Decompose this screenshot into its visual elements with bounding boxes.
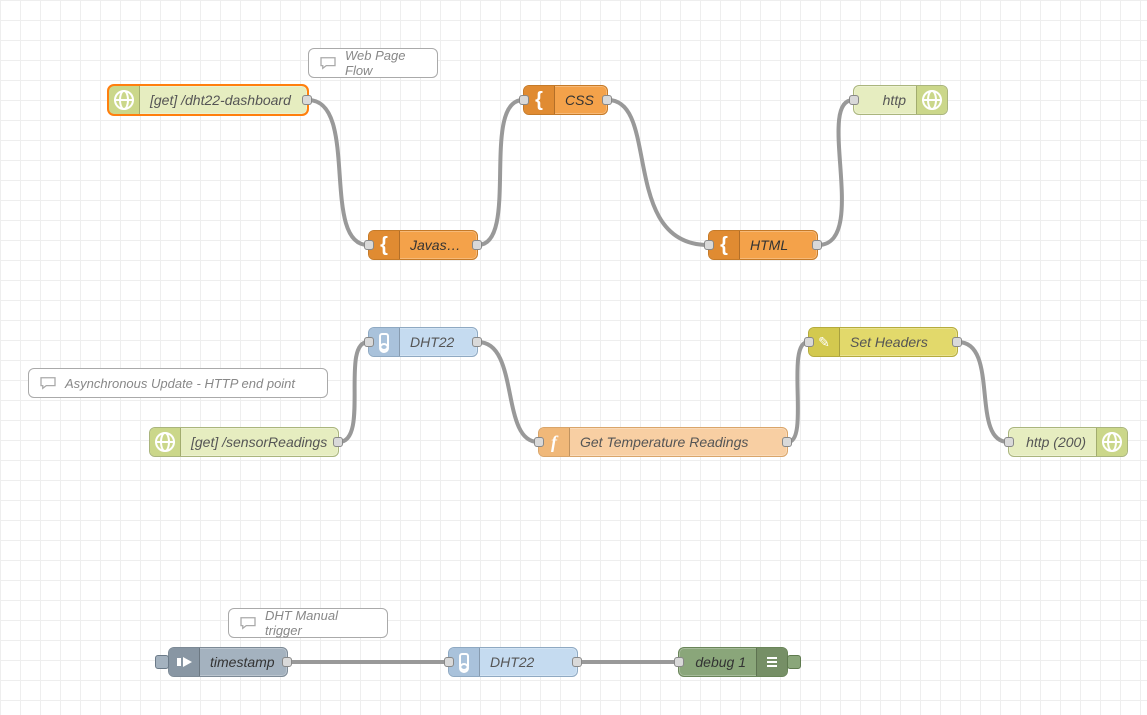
input-port[interactable] xyxy=(849,95,859,105)
globe-icon xyxy=(916,86,947,114)
input-port[interactable] xyxy=(1004,437,1014,447)
comment-text: DHT Manual trigger xyxy=(265,608,377,638)
node-label: HTML xyxy=(740,237,817,253)
node-label: [get] /sensorReadings xyxy=(181,434,338,450)
node-label: http (200) xyxy=(1009,434,1096,450)
globe-icon xyxy=(1096,428,1127,456)
node-label: debug 1 xyxy=(679,654,756,670)
node-function-get-temp[interactable]: f Get Temperature Readings xyxy=(538,427,788,457)
input-port[interactable] xyxy=(804,337,814,347)
output-port[interactable] xyxy=(302,95,312,105)
node-dht22-a[interactable]: DHT22 xyxy=(368,327,478,357)
node-label: CSS xyxy=(555,92,607,108)
output-port[interactable] xyxy=(812,240,822,250)
debug-toggle-button[interactable] xyxy=(787,655,801,669)
node-label: DHT22 xyxy=(480,654,577,670)
comment-text: Asynchronous Update - HTTP end point xyxy=(65,376,295,391)
node-template-css[interactable]: { CSS xyxy=(523,85,608,115)
node-inject-timestamp[interactable]: timestamp xyxy=(168,647,288,677)
node-label: [get] /dht22-dashboard xyxy=(140,92,307,108)
comment-dht-manual[interactable]: DHT Manual trigger xyxy=(228,608,388,638)
output-port[interactable] xyxy=(472,240,482,250)
node-label: Set Headers xyxy=(840,334,957,350)
node-label: Javascript xyxy=(400,237,477,253)
inject-button[interactable] xyxy=(155,655,169,669)
comment-icon xyxy=(239,616,257,630)
globe-icon xyxy=(150,428,181,456)
input-port[interactable] xyxy=(704,240,714,250)
node-label: timestamp xyxy=(200,654,287,670)
input-port[interactable] xyxy=(364,240,374,250)
node-label: http xyxy=(854,92,916,108)
node-template-javascript[interactable]: { Javascript xyxy=(368,230,478,260)
input-port[interactable] xyxy=(534,437,544,447)
node-http-in-dashboard[interactable]: [get] /dht22-dashboard xyxy=(108,85,308,115)
node-http-response-2[interactable]: http (200) xyxy=(1008,427,1128,457)
node-template-html[interactable]: { HTML xyxy=(708,230,818,260)
node-debug[interactable]: debug 1 xyxy=(678,647,788,677)
output-port[interactable] xyxy=(333,437,343,447)
comment-web-page-flow[interactable]: Web Page Flow xyxy=(308,48,438,78)
input-port[interactable] xyxy=(519,95,529,105)
output-port[interactable] xyxy=(602,95,612,105)
inject-arrow-icon xyxy=(169,648,200,676)
comment-async-update[interactable]: Asynchronous Update - HTTP end point xyxy=(28,368,328,398)
node-http-response-1[interactable]: http xyxy=(853,85,948,115)
input-port[interactable] xyxy=(674,657,684,667)
globe-icon xyxy=(109,86,140,114)
input-port[interactable] xyxy=(364,337,374,347)
debug-bars-icon xyxy=(756,648,787,676)
output-port[interactable] xyxy=(572,657,582,667)
output-port[interactable] xyxy=(282,657,292,667)
node-label: Get Temperature Readings xyxy=(570,434,787,450)
node-http-in-sensor[interactable]: [get] /sensorReadings xyxy=(149,427,339,457)
output-port[interactable] xyxy=(952,337,962,347)
comment-icon xyxy=(319,56,337,70)
comment-text: Web Page Flow xyxy=(345,48,427,78)
node-dht22-b[interactable]: DHT22 xyxy=(448,647,578,677)
comment-icon xyxy=(39,376,57,390)
node-label: DHT22 xyxy=(400,334,477,350)
output-port[interactable] xyxy=(782,437,792,447)
input-port[interactable] xyxy=(444,657,454,667)
output-port[interactable] xyxy=(472,337,482,347)
node-change-set-headers[interactable]: ✎ Set Headers xyxy=(808,327,958,357)
